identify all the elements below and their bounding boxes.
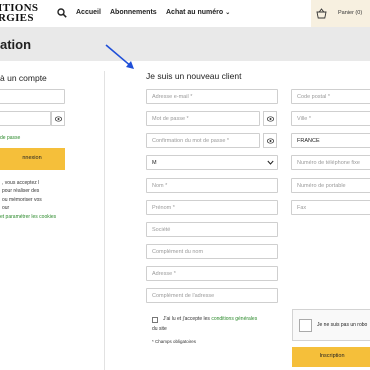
recaptcha-label: Je ne suis pas un robo xyxy=(317,322,368,328)
nav-achat-label: Achat au numéro xyxy=(166,9,224,16)
company-field[interactable]: Société xyxy=(146,222,278,237)
phone-landline-field[interactable]: Numéro de téléphone fixe xyxy=(291,155,370,170)
chevron-down-icon: ⌄ xyxy=(225,10,231,16)
firstname-field[interactable]: Prénom * xyxy=(146,200,278,215)
password-field[interactable]: Mot de passe * xyxy=(146,111,260,126)
forgot-password-link[interactable]: de passe xyxy=(0,134,20,142)
cookie-text-2: pour réaliser des xyxy=(2,188,40,194)
eye-icon xyxy=(267,138,274,144)
column-divider xyxy=(104,71,105,370)
nav-accueil[interactable]: Accueil xyxy=(76,9,101,16)
basket-icon xyxy=(316,8,327,19)
show-password-confirm-button[interactable] xyxy=(263,133,277,148)
terms-text: J'ai lu et j'accepte les conditions géné… xyxy=(163,315,257,323)
fax-field[interactable]: Fax xyxy=(291,200,370,215)
cookie-text-4: our xyxy=(2,205,10,211)
eye-icon xyxy=(267,116,274,122)
eye-icon xyxy=(55,116,62,122)
register-title: Je suis un nouveau client xyxy=(146,71,242,81)
civility-select[interactable]: M xyxy=(146,155,278,170)
recaptcha-widget[interactable]: Je ne suis pas un robo xyxy=(292,309,370,341)
cart-label: Panier (0) xyxy=(338,10,363,16)
top-bar: ITIONS RGIES Accueil Abonnements Achat a… xyxy=(0,0,370,27)
terms-suffix: du site xyxy=(152,326,167,332)
terms-prefix: J'ai lu et j'accepte les xyxy=(163,316,210,322)
search-icon[interactable] xyxy=(57,8,67,18)
login-title: à un compte xyxy=(0,73,47,83)
nav-abonnements[interactable]: Abonnements xyxy=(110,9,157,16)
login-show-password-button[interactable] xyxy=(51,111,65,126)
nav-achat-au-numero[interactable]: Achat au numéro ⌄ xyxy=(166,9,230,16)
city-field[interactable]: Ville * xyxy=(291,111,370,126)
postal-code-field[interactable]: Code postal * xyxy=(291,89,370,104)
submit-button[interactable]: Inscription xyxy=(292,347,370,367)
site-logo[interactable]: ITIONS RGIES xyxy=(0,0,38,24)
recaptcha-checkbox[interactable] xyxy=(299,319,312,332)
logo-line-2: RGIES xyxy=(0,12,34,24)
name-complement-field[interactable]: Complément du nom xyxy=(146,244,278,259)
password-confirm-field[interactable]: Confirmation du mot de passe * xyxy=(146,133,260,148)
required-note: * Champs obligatoires xyxy=(152,339,197,344)
terms-checkbox[interactable] xyxy=(152,317,158,323)
login-password-input[interactable] xyxy=(0,111,51,126)
civility-value: M xyxy=(152,160,157,166)
email-field[interactable]: Adresse e-mail * xyxy=(146,89,278,104)
cookie-settings-link[interactable]: et paramétrer les cookies xyxy=(0,213,56,221)
lastname-field[interactable]: Nom * xyxy=(146,178,278,193)
cart-button[interactable]: Panier (0) xyxy=(311,0,370,27)
address-field[interactable]: Adresse * xyxy=(146,266,278,281)
show-password-button[interactable] xyxy=(263,111,277,126)
login-button[interactable]: nnexion xyxy=(0,148,65,170)
page-title: ation xyxy=(0,37,32,52)
login-email-input[interactable] xyxy=(0,89,65,104)
country-field[interactable]: FRANCE xyxy=(291,133,370,148)
chevron-down-icon xyxy=(267,160,274,165)
title-band: ation xyxy=(0,27,370,61)
main-content: à un compte de passe nnexion , vous acce… xyxy=(0,61,370,370)
address-complement-field[interactable]: Complément de l'adresse xyxy=(146,288,278,303)
terms-link[interactable]: conditions générales xyxy=(211,316,257,322)
phone-mobile-field[interactable]: Numéro de portable xyxy=(291,178,370,193)
